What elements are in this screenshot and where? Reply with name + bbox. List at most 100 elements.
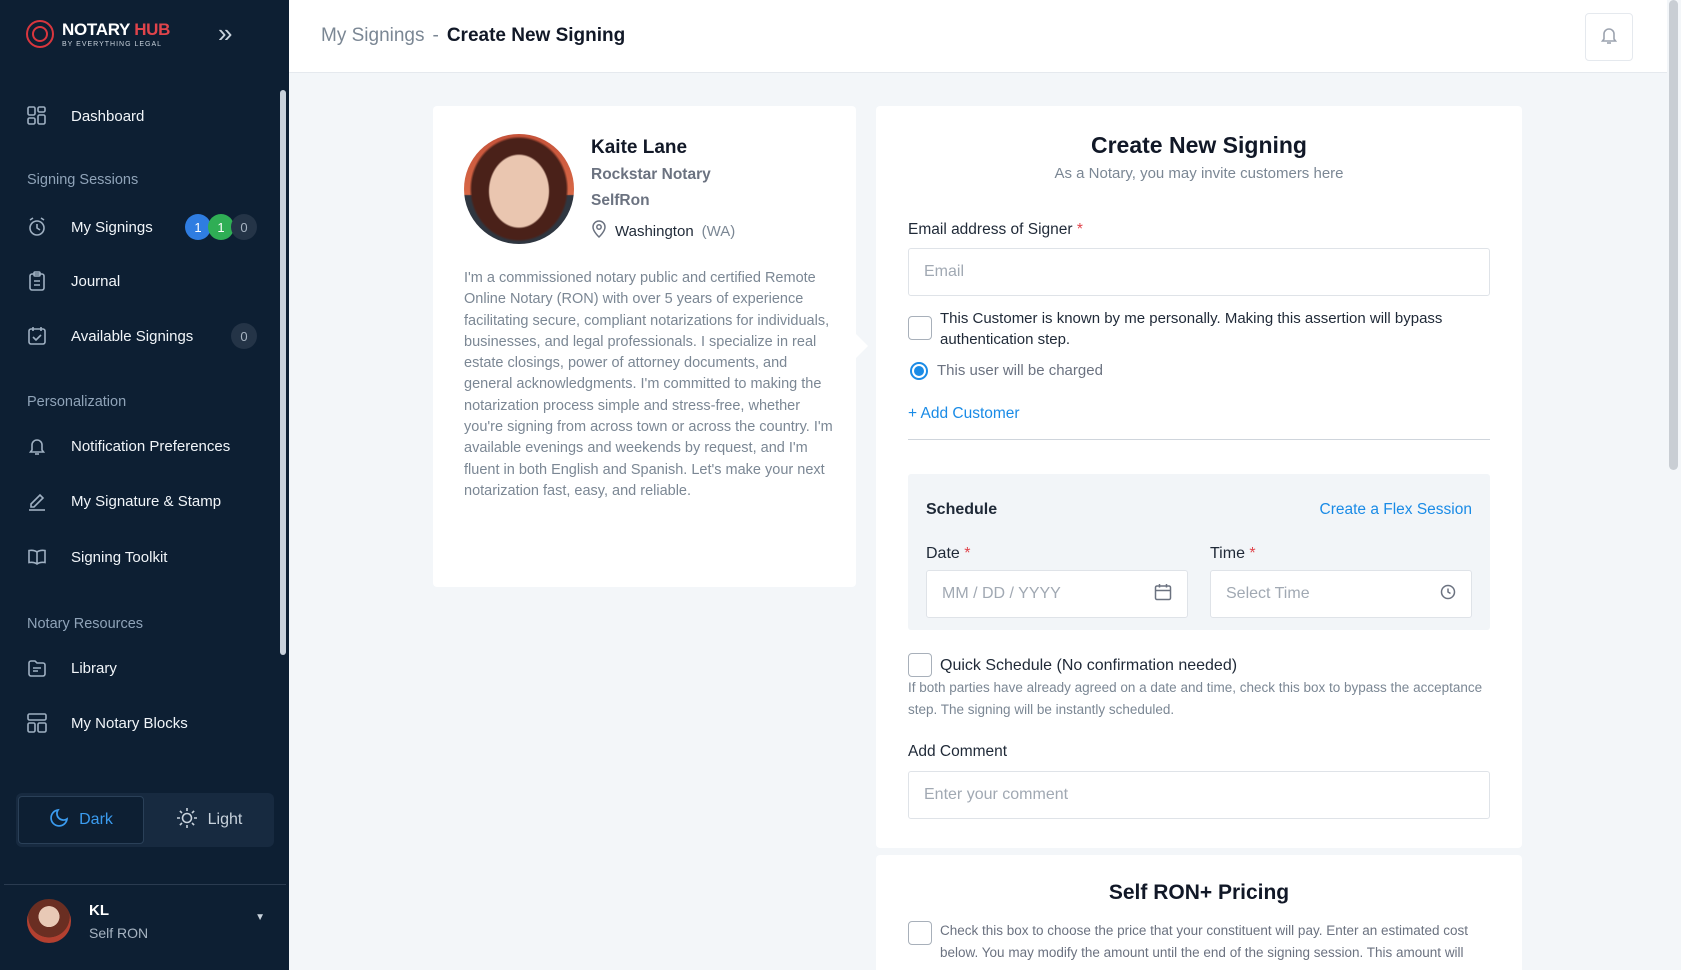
map-pin-icon (591, 220, 607, 242)
dashboard-grid-icon (26, 105, 48, 127)
profile-bio: I'm a commissioned notary public and cer… (464, 270, 833, 499)
avatar (464, 134, 574, 244)
alarm-clock-icon (26, 216, 48, 238)
profile-type: SelfRon (591, 192, 650, 209)
sidebar-item-label: Journal (71, 272, 121, 290)
sidebar-item-notification-preferences[interactable]: Notification Preferences (26, 428, 262, 464)
pen-signature-icon (26, 490, 48, 512)
sidebar-item-library[interactable]: Library (26, 650, 262, 686)
charged-user-text: This user will be charged (937, 362, 1103, 379)
theme-dark-label: Dark (79, 811, 113, 828)
clock-icon (1440, 584, 1456, 605)
add-customer-link[interactable]: + Add Customer (908, 405, 1020, 423)
user-role: Self RON (89, 924, 149, 941)
calendar-icon (1154, 583, 1172, 606)
location-state: Washington (615, 222, 694, 240)
double-chevron-right-icon: » (218, 18, 233, 48)
email-field[interactable] (908, 248, 1490, 296)
date-label: Date * (926, 545, 970, 563)
sun-icon (176, 807, 198, 834)
required-mark: * (1249, 545, 1256, 562)
badge-count-gray: 0 (231, 214, 257, 240)
folder-icon (26, 657, 48, 679)
avatar (27, 899, 71, 943)
create-flex-session-link[interactable]: Create a Flex Session (1320, 501, 1473, 519)
pricing-title: Self RON+ Pricing (1108, 881, 1290, 904)
profile-name: Kaite Lane (591, 137, 688, 158)
email-label: Email address of Signer * (908, 221, 1083, 239)
sidebar-item-my-signings[interactable]: My Signings 1 1 0 (26, 209, 262, 245)
known-customer-text: This Customer is known by me personally.… (940, 310, 1443, 348)
clipboard-icon (26, 270, 48, 292)
time-picker[interactable]: Select Time (1210, 570, 1472, 618)
time-label-text: Time (1210, 545, 1245, 562)
sidebar-item-available-signings[interactable]: Available Signings 0 (26, 318, 262, 354)
required-mark: * (1076, 221, 1083, 238)
email-label-text: Email address of Signer (908, 221, 1073, 238)
date-label-text: Date (926, 545, 960, 562)
comment-field[interactable] (908, 771, 1490, 819)
section-heading-personalization: Personalization (27, 394, 127, 410)
time-placeholder: Select Time (1226, 585, 1310, 602)
create-signing-form: Create New Signing As a Notary, you may … (876, 106, 1522, 848)
pricing-checkbox[interactable] (908, 921, 932, 945)
logo-text-hub: HUB (134, 19, 171, 39)
top-bar: My Signings - Create New Signing (289, 0, 1667, 73)
bell-icon (26, 435, 48, 457)
form-divider (908, 439, 1490, 440)
form-title: Create New Signing (1091, 132, 1307, 158)
sidebar-item-signing-toolkit[interactable]: Signing Toolkit (26, 539, 262, 575)
quick-schedule-checkbox[interactable] (908, 653, 932, 677)
breadcrumb-link-my-signings[interactable]: My Signings (321, 25, 425, 47)
badge-count-gray: 0 (231, 323, 257, 349)
theme-light-button[interactable]: Light (146, 796, 272, 844)
sidebar-item-label: My Notary Blocks (71, 714, 188, 732)
sidebar-divider (4, 884, 286, 885)
page-title: Create New Signing (446, 25, 626, 46)
schedule-title: Schedule (926, 501, 998, 518)
form-subtitle: As a Notary, you may invite customers he… (1054, 165, 1344, 182)
quick-schedule-hint: If both parties have already agreed on a… (908, 680, 1483, 717)
profile-title: Rockstar Notary (591, 166, 711, 183)
logo-mark-icon (26, 20, 54, 48)
sidebar-scrollbar[interactable] (280, 90, 286, 655)
caret-down-icon: ▼ (255, 912, 265, 923)
breadcrumb-separator: - (432, 25, 439, 46)
sidebar-item-notary-blocks[interactable]: My Notary Blocks (26, 705, 262, 741)
sidebar-item-signature-stamp[interactable]: My Signature & Stamp (26, 483, 262, 519)
sidebar-item-label: My Signings (71, 218, 153, 236)
sidebar-item-dashboard[interactable]: Dashboard (26, 98, 262, 134)
blocks-layout-icon (26, 712, 48, 734)
open-book-icon (26, 546, 48, 568)
pricing-card: Self RON+ Pricing Check this box to choo… (876, 855, 1522, 970)
page-scrollbar[interactable] (1669, 0, 1678, 470)
sidebar-item-journal[interactable]: Journal (26, 263, 262, 299)
section-heading-signing-sessions: Signing Sessions (27, 172, 139, 188)
breadcrumb: My Signings - Create New Signing (321, 25, 625, 47)
notary-hub-logo[interactable]: NOTARY HUB BY EVERYTHING LEGAL (26, 20, 170, 48)
moon-icon (49, 808, 69, 833)
user-initials: KL (89, 901, 109, 919)
quick-schedule-label: Quick Schedule (No confirmation needed) (940, 657, 1238, 674)
notary-profile-card: Kaite Lane Rockstar Notary SelfRon Washi… (433, 106, 868, 587)
theme-dark-button[interactable]: Dark (18, 796, 144, 844)
sidebar: NOTARY HUB BY EVERYTHING LEGAL » Dashboa… (0, 0, 289, 970)
date-placeholder: MM / DD / YYYY (942, 585, 1061, 602)
bell-icon (1599, 25, 1619, 50)
user-menu[interactable]: KL Self RON ▼ (27, 896, 265, 946)
theme-light-label: Light (207, 811, 243, 828)
sidebar-item-label: Dashboard (71, 107, 145, 125)
sidebar-item-label: Available Signings (71, 327, 194, 345)
date-picker[interactable]: MM / DD / YYYY (926, 570, 1188, 618)
known-customer-checkbox[interactable] (908, 316, 932, 340)
schedule-section: Schedule Create a Flex Session Date * MM… (908, 474, 1490, 630)
comment-label: Add Comment (908, 743, 1008, 760)
charged-user-radio[interactable] (910, 362, 928, 380)
sidebar-item-label: Signing Toolkit (71, 548, 168, 566)
sidebar-item-label: Notification Preferences (71, 437, 231, 455)
calendar-check-icon (26, 325, 48, 347)
section-heading-notary-resources: Notary Resources (27, 616, 144, 632)
theme-toggle: Dark Light (16, 793, 274, 847)
notifications-button[interactable] (1585, 13, 1633, 61)
sidebar-collapse-button[interactable]: » (218, 20, 244, 48)
